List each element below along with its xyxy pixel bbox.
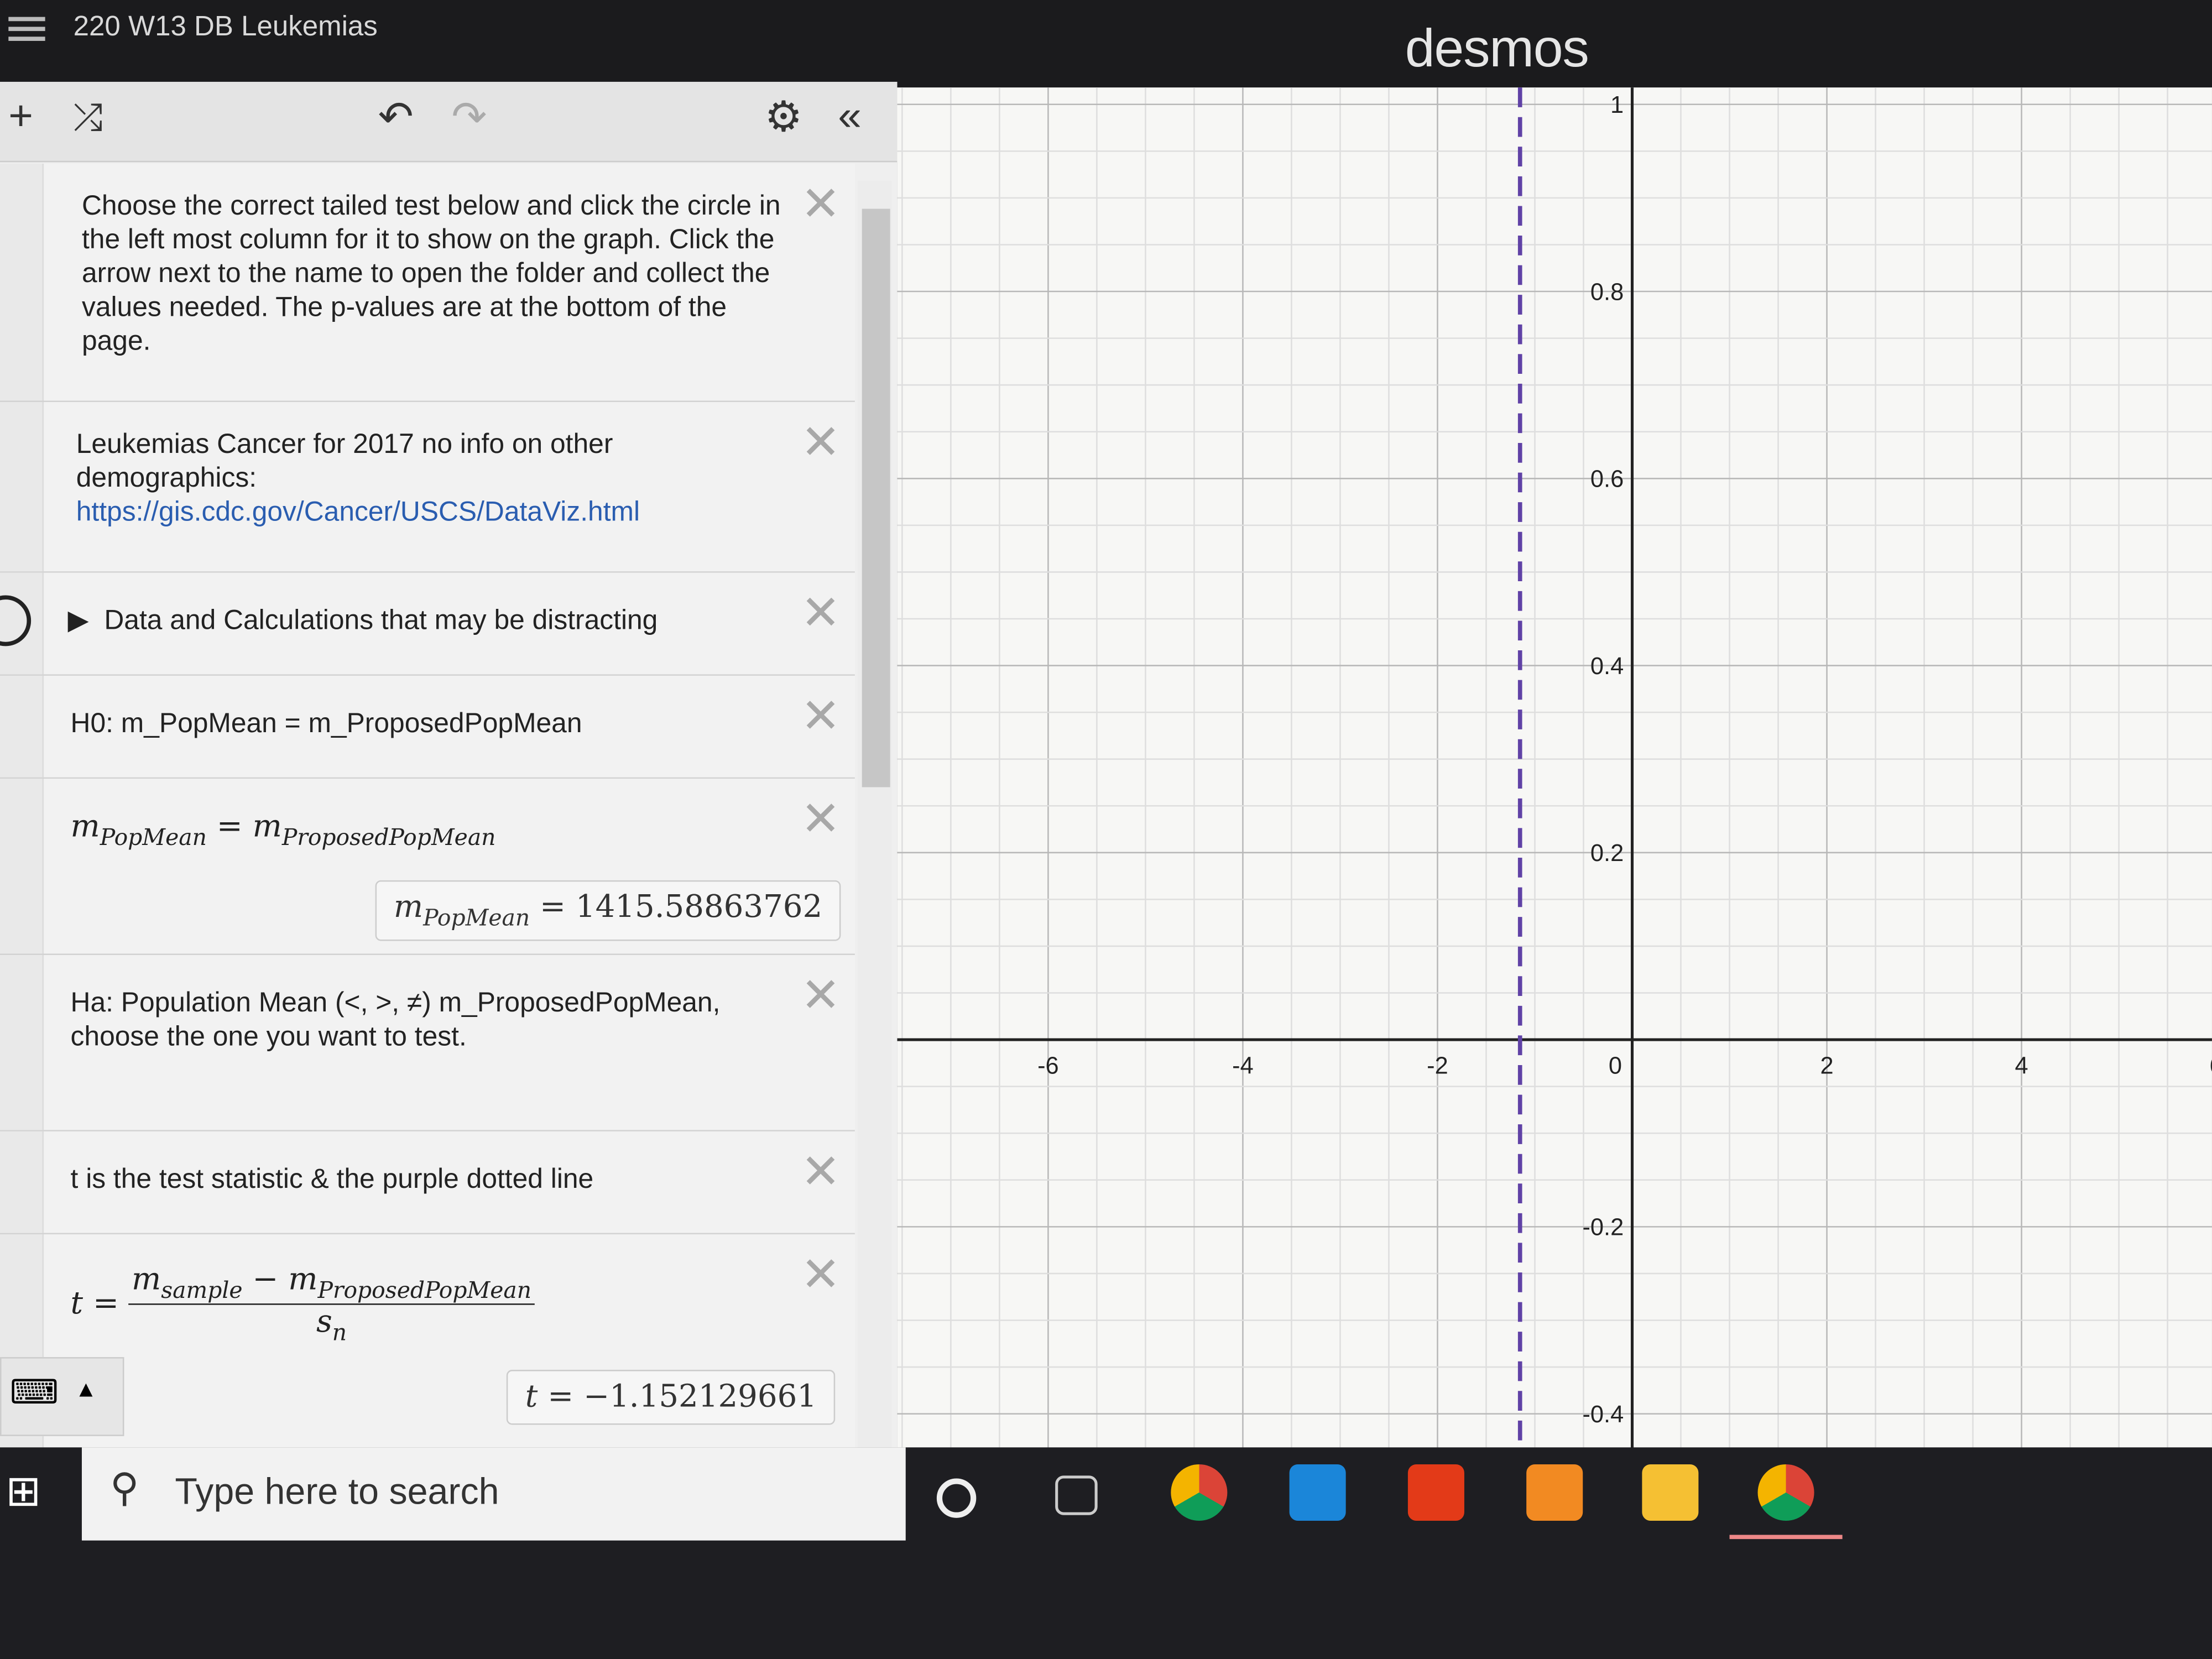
x-tick-label: -4 bbox=[1232, 1052, 1254, 1079]
y-tick-label: 0.4 bbox=[1590, 653, 1624, 680]
search-placeholder: Type here to search bbox=[175, 1470, 499, 1512]
note-text: Choose the correct tailed test below and… bbox=[81, 190, 781, 357]
expression-item[interactable]: Leukemias Cancer for 2017 no info on oth… bbox=[0, 402, 855, 573]
y-tick-label: 1 bbox=[1610, 92, 1624, 118]
graph-canvas[interactable]: -6 -4 -2 0 2 4 6 1 0.8 0.6 0.4 0.2 -0.2 -0.4 bbox=[853, 87, 2212, 1509]
gear-icon[interactable]: ⚙ bbox=[765, 93, 803, 142]
undo-icon[interactable]: ↶ bbox=[378, 93, 414, 142]
keyboard-icon: ⌨ bbox=[9, 1374, 59, 1412]
graph-svg[interactable]: -6 -4 -2 0 2 4 6 1 0.8 0.6 0.4 0.2 -0.2 -0.4 bbox=[853, 87, 2212, 1509]
windows-start-icon[interactable]: ⊞ bbox=[6, 1467, 41, 1516]
y-tick-label: 0.6 bbox=[1590, 466, 1624, 493]
expression-panel: + ⤮ ↶ ↷ ⚙ « Choose the correct tailed te… bbox=[0, 81, 898, 1451]
chrome-profile-icon[interactable] bbox=[1757, 1464, 1814, 1521]
expression-item[interactable]: Choose the correct tailed test below and… bbox=[0, 163, 855, 403]
caret-up-icon: ▲ bbox=[75, 1378, 97, 1402]
search-icon: ⚲ bbox=[109, 1465, 139, 1510]
active-app-indicator bbox=[1729, 1535, 1843, 1540]
math-expression[interactable]: mPopMean = mProposedPopMean bbox=[71, 810, 496, 851]
y-tick-label: 0.8 bbox=[1590, 279, 1624, 305]
task-view-icon[interactable] bbox=[1055, 1475, 1098, 1515]
cortana-icon[interactable] bbox=[936, 1478, 977, 1518]
close-icon[interactable]: ✕ bbox=[801, 1149, 841, 1197]
note-text: Leukemias Cancer for 2017 no info on oth… bbox=[76, 429, 613, 494]
evaluation-result: t = −1.152129661 bbox=[507, 1370, 836, 1425]
expression-item[interactable]: t = msample − mProposedPopMean sn t = −1… bbox=[0, 1234, 855, 1451]
x-tick-label: 0 bbox=[1609, 1052, 1622, 1079]
menu-icon[interactable] bbox=[8, 11, 45, 46]
close-icon[interactable]: ✕ bbox=[801, 181, 841, 229]
x-tick-label: -6 bbox=[1037, 1052, 1059, 1079]
note-text: t is the test statistic & the purple dot… bbox=[70, 1164, 594, 1195]
collapse-icon[interactable]: « bbox=[838, 93, 862, 141]
office-icon[interactable] bbox=[1407, 1464, 1464, 1521]
plus-icon[interactable]: + bbox=[8, 93, 33, 141]
close-icon[interactable]: ✕ bbox=[801, 419, 841, 467]
math-expression[interactable]: t = msample − mProposedPopMean sn bbox=[71, 1262, 535, 1346]
expression-toolbar: + ⤮ ↶ ↷ ⚙ « bbox=[0, 81, 898, 163]
close-icon[interactable]: ✕ bbox=[801, 693, 841, 741]
x-tick-label: -2 bbox=[1427, 1052, 1448, 1079]
x-tick-label: 4 bbox=[2015, 1052, 2028, 1079]
chrome-icon[interactable] bbox=[1171, 1464, 1228, 1521]
taskbar-search[interactable]: ⚲ Type here to search bbox=[81, 1447, 906, 1541]
screen: 220 W13 DB Leukemias desmos + ⤮ ↶ ↷ ⚙ « … bbox=[0, 0, 2212, 1659]
scrollbar-thumb[interactable] bbox=[862, 208, 890, 787]
note-text: Ha: Population Mean (<, >, ≠) m_Proposed… bbox=[70, 987, 721, 1053]
close-icon[interactable]: ✕ bbox=[801, 1251, 841, 1300]
x-tick-label: 2 bbox=[1820, 1052, 1833, 1079]
expression-item[interactable]: H0: m_PopMean = m_ProposedPopMean ✕ bbox=[0, 675, 855, 779]
title-bar: 220 W13 DB Leukemias desmos bbox=[0, 0, 2212, 88]
expression-list: Choose the correct tailed test below and… bbox=[0, 163, 855, 1451]
store-icon[interactable] bbox=[1526, 1464, 1583, 1521]
expression-item[interactable]: t is the test statistic & the purple dot… bbox=[0, 1131, 855, 1235]
y-tick-label: 0.2 bbox=[1590, 840, 1624, 867]
desmos-logo: desmos bbox=[1405, 19, 1589, 79]
expression-item[interactable]: Ha: Population Mean (<, >, ≠) m_Proposed… bbox=[0, 955, 855, 1131]
y-tick-label: -0.2 bbox=[1582, 1214, 1624, 1241]
shuffle-icon[interactable]: ⤮ bbox=[74, 96, 103, 141]
graph-title[interactable]: 220 W13 DB Leukemias bbox=[74, 11, 378, 44]
note-text: H0: m_PopMean = m_ProposedPopMean bbox=[70, 708, 582, 739]
close-icon[interactable]: ✕ bbox=[801, 972, 841, 1020]
folder-title: Data and Calculations that may be distra… bbox=[104, 605, 658, 637]
folder-item[interactable]: ▶ Data and Calculations that may be dist… bbox=[0, 572, 855, 676]
mail-icon[interactable] bbox=[1289, 1464, 1346, 1521]
windows-taskbar: ⊞ ⚲ Type here to search bbox=[0, 1447, 2212, 1659]
x-tick-label: 6 bbox=[2210, 1052, 2212, 1079]
y-tick-label: -0.4 bbox=[1582, 1401, 1624, 1428]
scrollbar[interactable] bbox=[858, 180, 892, 1451]
keyboard-toggle[interactable]: ⌨ ▲ bbox=[0, 1357, 124, 1436]
evaluation-result: mPopMean = 1415.58863762 bbox=[375, 880, 841, 941]
file-explorer-icon[interactable] bbox=[1642, 1464, 1699, 1521]
close-icon[interactable]: ✕ bbox=[801, 796, 841, 844]
expression-item[interactable]: mPopMean = mProposedPopMean mPopMean = 1… bbox=[0, 779, 855, 956]
folder-arrow-icon[interactable]: ▶ bbox=[67, 605, 88, 636]
cdc-link[interactable]: https://gis.cdc.gov/Cancer/USCS/DataViz.… bbox=[76, 497, 640, 528]
close-icon[interactable]: ✕ bbox=[801, 589, 841, 638]
redo-icon[interactable]: ↷ bbox=[451, 93, 487, 142]
